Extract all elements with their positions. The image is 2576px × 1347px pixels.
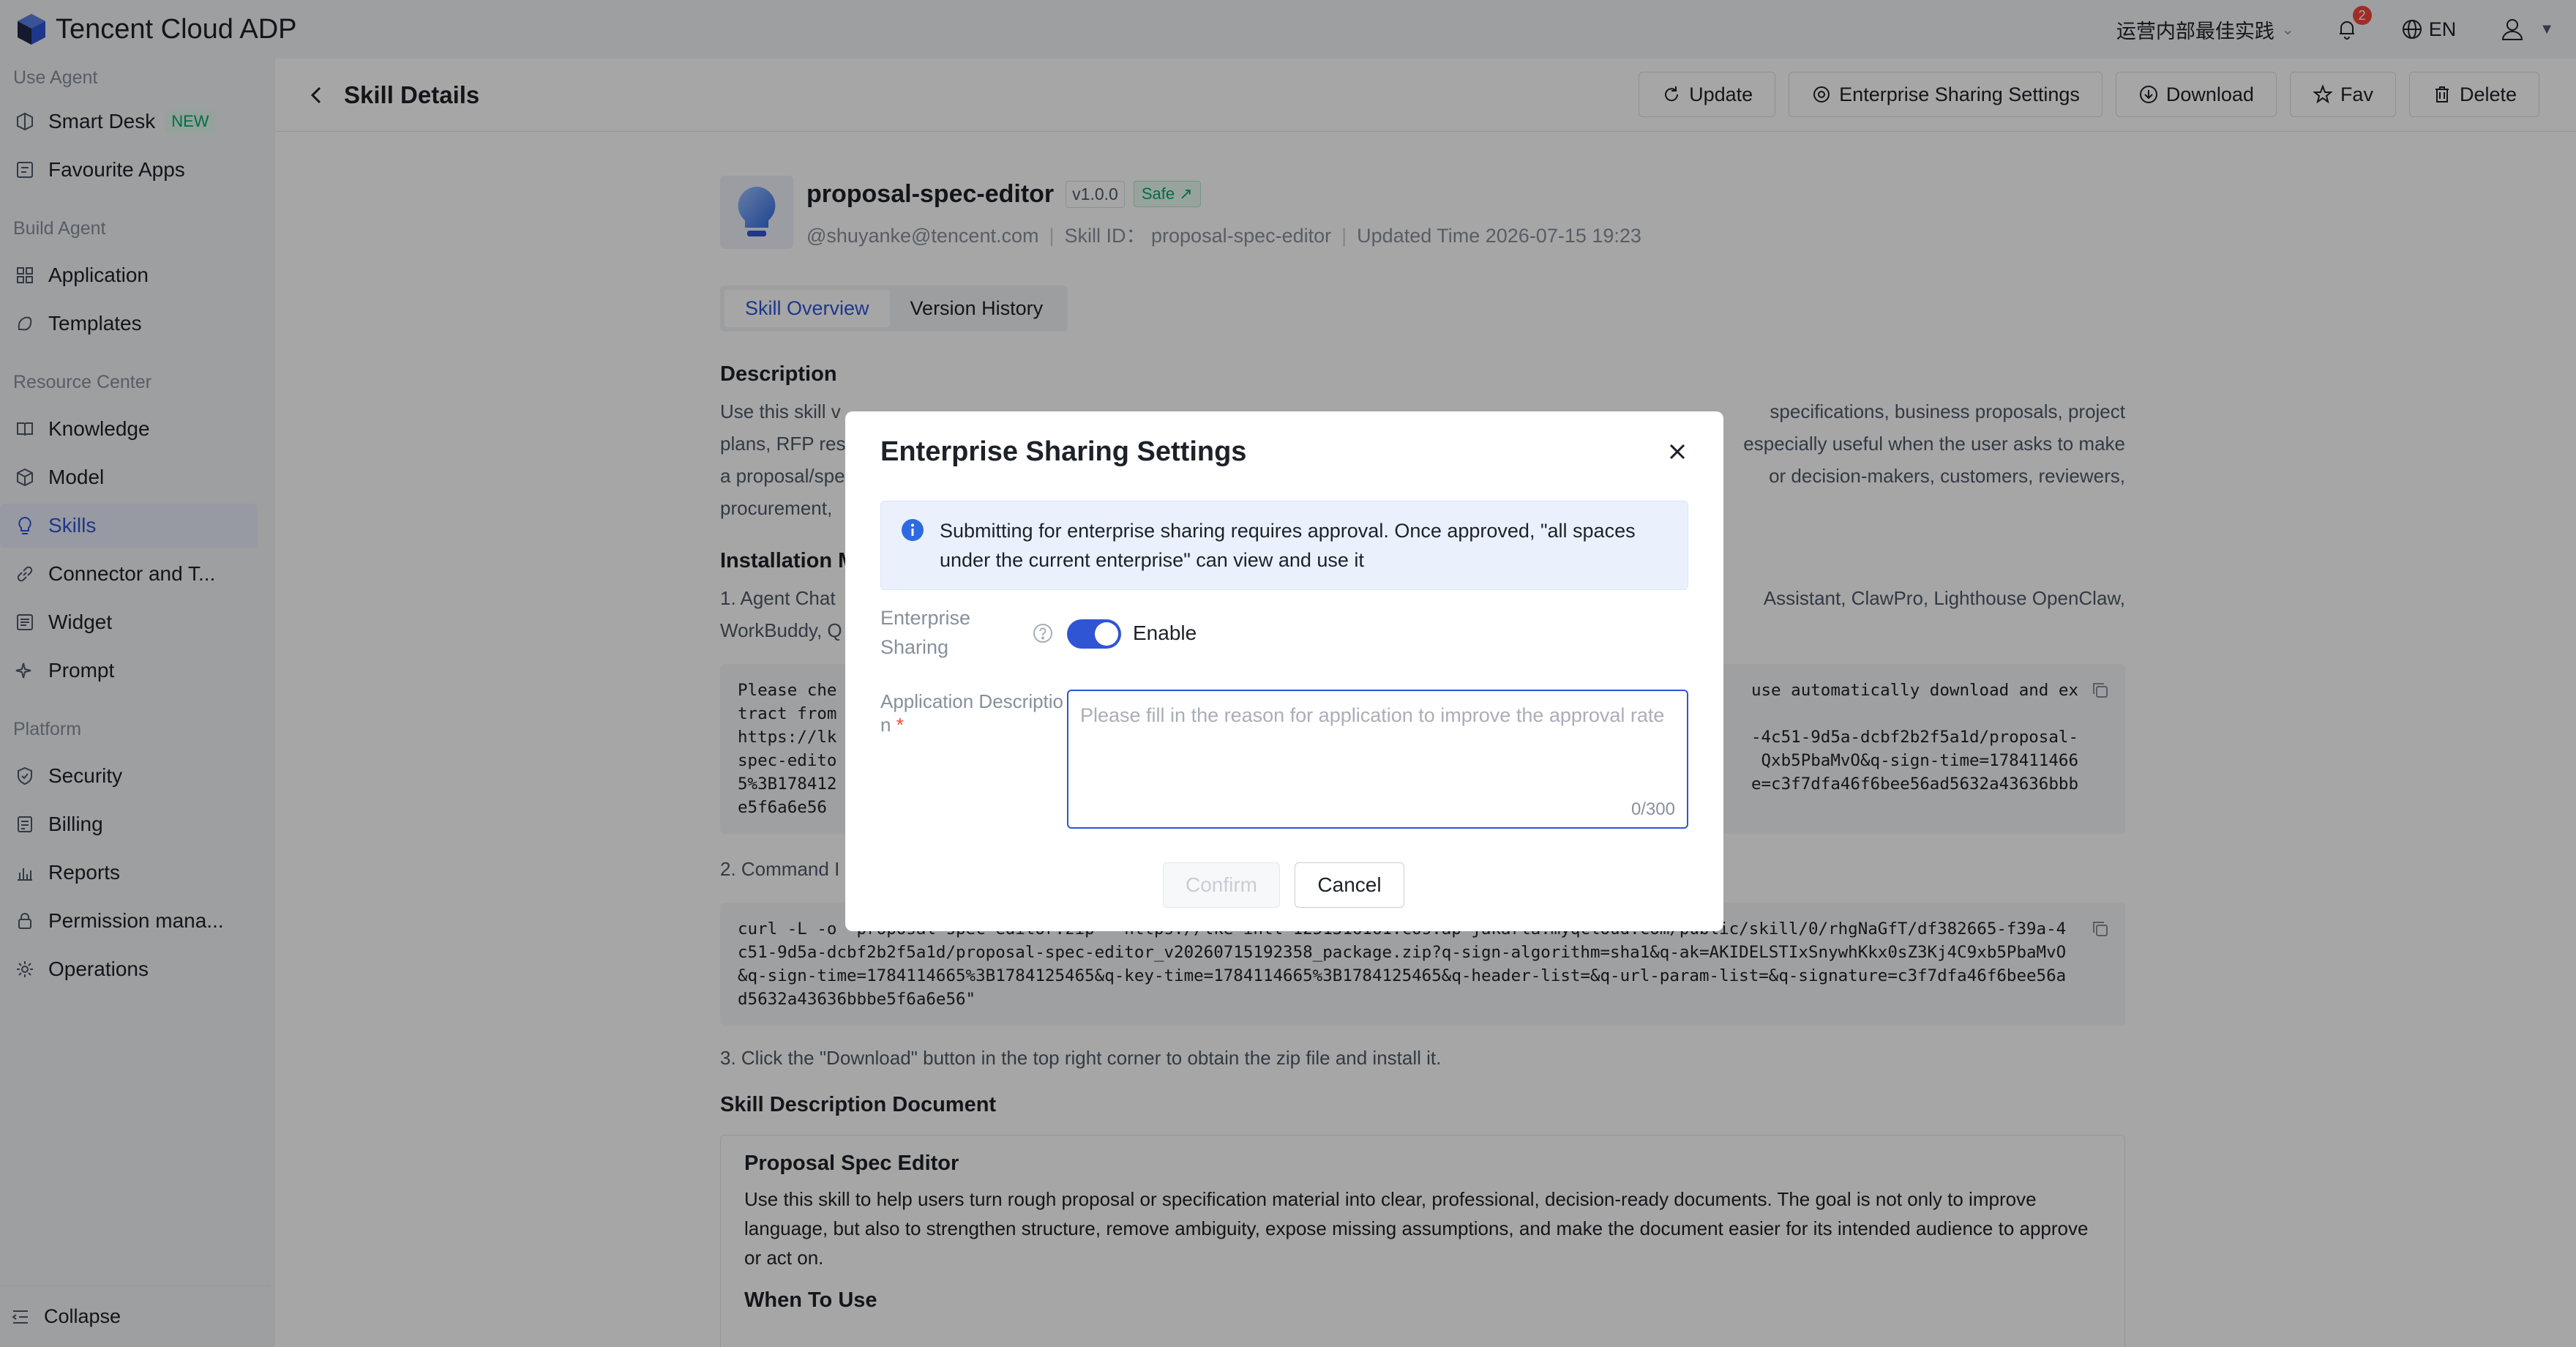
enterprise-sharing-modal: Enterprise Sharing Settings Submitting f… [845, 411, 1723, 931]
close-icon[interactable] [1665, 439, 1690, 464]
confirm-button[interactable]: Confirm [1163, 862, 1280, 908]
application-description-input[interactable]: Please fill in the reason for applicatio… [1067, 690, 1688, 829]
textarea-placeholder: Please fill in the reason for applicatio… [1080, 704, 1665, 726]
char-counter: 0/300 [1630, 799, 1675, 819]
required-mark: * [896, 714, 904, 736]
modal-title: Enterprise Sharing Settings [880, 436, 1247, 467]
toggle-knob [1095, 622, 1118, 646]
enterprise-sharing-toggle[interactable] [1067, 619, 1121, 649]
label-text: Application Description [880, 690, 1064, 736]
toggle-state-label: Enable [1133, 622, 1197, 644]
enterprise-sharing-label: Enterprise Sharing [880, 607, 971, 658]
application-description-label: Application Description * [880, 690, 1063, 736]
cancel-button[interactable]: Cancel [1295, 862, 1404, 908]
info-alert: Submitting for enterprise sharing requir… [880, 501, 1688, 590]
info-text: Submitting for enterprise sharing requir… [940, 520, 1636, 571]
help-icon[interactable] [1032, 622, 1054, 644]
info-icon [902, 519, 924, 541]
